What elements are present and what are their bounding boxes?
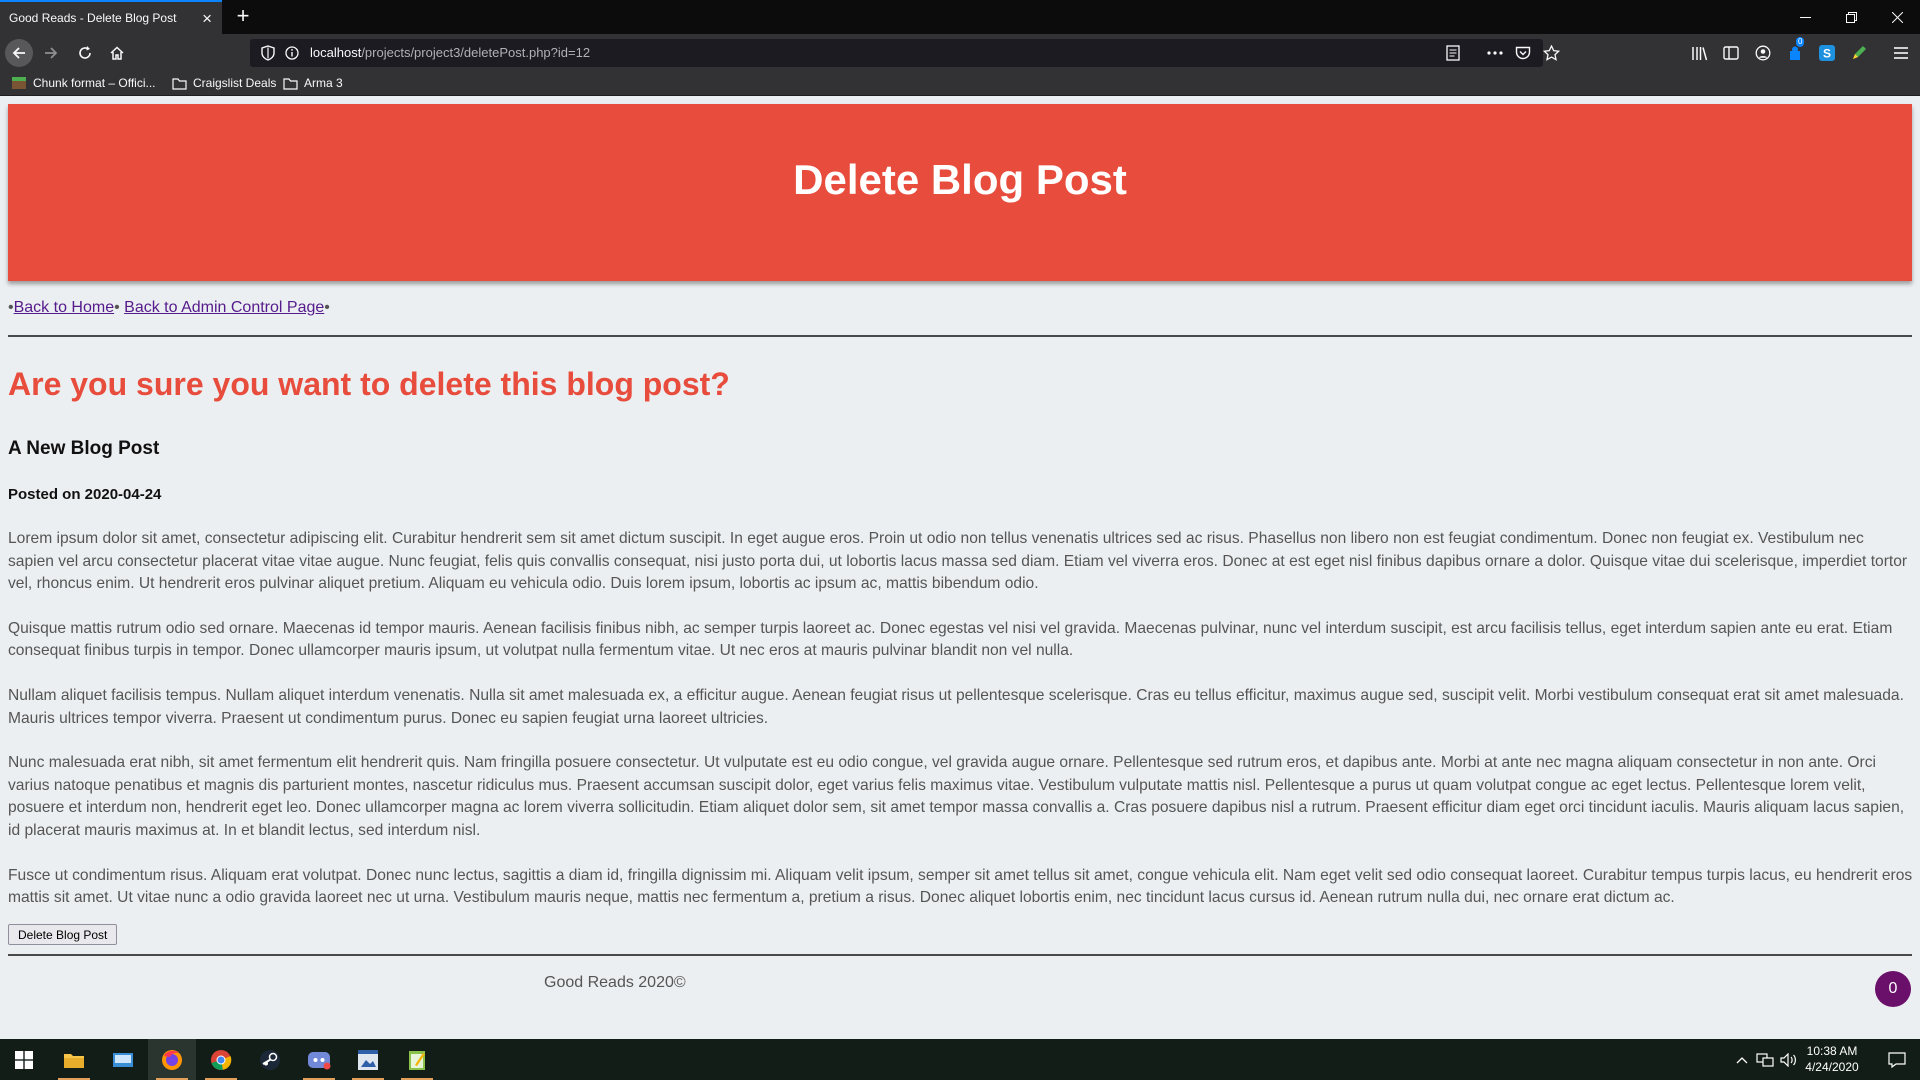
notepad-icon[interactable] <box>393 1039 441 1080</box>
breadcrumb: •Back to Home• Back to Admin Control Pag… <box>8 299 330 317</box>
bookmark-item[interactable]: Chunk format – Offici... <box>11 76 156 90</box>
control-panel-icon[interactable] <box>99 1039 147 1080</box>
delete-confirmation-heading: Are you sure you want to delete this blo… <box>8 366 730 402</box>
reload-icon[interactable] <box>71 39 99 67</box>
url-bar[interactable]: localhost/projects/project3/deletePost.p… <box>250 39 1543 67</box>
minimize-window-icon[interactable] <box>1782 0 1828 34</box>
page-viewport: Delete Blog Post •Back to Home• Back to … <box>0 97 1920 1039</box>
bookmark-folder[interactable]: Arma 3 <box>283 76 343 90</box>
more-actions-icon[interactable] <box>1485 43 1505 63</box>
network-icon[interactable] <box>1754 1039 1776 1080</box>
firefox-icon[interactable] <box>148 1039 196 1080</box>
steam-icon[interactable] <box>246 1039 294 1080</box>
pen-icon[interactable] <box>1849 43 1869 63</box>
browser-tab-bar: Good Reads - Delete Blog Post × + <box>0 0 1920 34</box>
browser-tab-active[interactable]: Good Reads - Delete Blog Post × <box>0 0 222 34</box>
divider <box>8 335 1912 337</box>
url-host: localhost <box>310 45 362 60</box>
show-hidden-icons-icon[interactable] <box>1732 1039 1752 1080</box>
post-paragraph: Quisque mattis rutrum odio sed ornare. M… <box>8 619 1893 660</box>
page-title: Delete Blog Post <box>793 156 1127 203</box>
library-icon[interactable] <box>1689 43 1709 63</box>
browser-nav-bar: localhost/projects/project3/deletePost.p… <box>0 34 1920 72</box>
bookmarks-toolbar: Chunk format – Offici... Craigslist Deal… <box>0 72 1920 96</box>
post-date: Posted on 2020-04-24 <box>8 486 162 503</box>
forward-arrow-icon[interactable] <box>37 39 65 67</box>
link-separator: • <box>114 299 120 316</box>
sidebar-icon[interactable] <box>1721 43 1741 63</box>
windows-taskbar: 10:38 AM 4/24/2020 <box>0 1039 1920 1080</box>
menu-icon[interactable] <box>1891 43 1911 63</box>
close-tab-icon[interactable]: × <box>202 10 212 27</box>
home-icon[interactable] <box>103 39 131 67</box>
link-separator: • <box>324 299 330 316</box>
delete-blog-post-button[interactable]: Delete Blog Post <box>8 924 118 945</box>
discord-icon[interactable] <box>295 1039 343 1080</box>
back-arrow-icon[interactable] <box>5 39 33 67</box>
footer-copyright: Good Reads 2020© <box>544 974 686 991</box>
reader-view-icon[interactable] <box>1446 45 1460 66</box>
url-text[interactable]: localhost/projects/project3/deletePost.p… <box>310 45 590 60</box>
post-paragraph: Fusce ut condimentum risus. Aliquam erat… <box>8 866 1913 907</box>
folder-icon <box>283 77 298 90</box>
clock-date: 4/24/2020 <box>1805 1060 1859 1074</box>
extension-badge: 0 <box>1796 37 1805 47</box>
page-header-banner: Delete Blog Post <box>8 104 1912 281</box>
minecraft-block-icon <box>12 77 26 89</box>
counter-badge[interactable]: 0 <box>1875 971 1911 1007</box>
svg-text:S: S <box>1823 47 1831 61</box>
folder-icon <box>172 77 187 90</box>
close-window-icon[interactable] <box>1874 0 1920 34</box>
pocket-icon[interactable] <box>1513 43 1533 63</box>
clock-time: 10:38 AM <box>1806 1044 1858 1058</box>
post-body: Lorem ipsum dolor sit amet, consectetur … <box>8 528 1914 932</box>
info-icon[interactable] <box>285 46 299 65</box>
bookmark-label: Craigslist Deals <box>193 76 277 90</box>
tab-title: Good Reads - Delete Blog Post <box>9 11 177 25</box>
shield-icon[interactable] <box>261 45 275 66</box>
post-paragraph: Nullam aliquet facilisis tempus. Nullam … <box>8 687 1904 727</box>
url-path: /projects/project3/deletePost.php?id=12 <box>361 45 591 60</box>
back-to-home-link[interactable]: Back to Home <box>14 299 114 316</box>
file-explorer-icon[interactable] <box>50 1039 98 1080</box>
bookmark-label: Chunk format – Offici... <box>33 76 156 90</box>
post-paragraph: Nunc malesuada erat nibh, sit amet ferme… <box>8 754 1905 839</box>
divider <box>8 954 1912 956</box>
post-paragraph: Lorem ipsum dolor sit amet, consectetur … <box>8 530 1908 592</box>
back-to-admin-link[interactable]: Back to Admin Control Page <box>124 299 324 316</box>
post-title: A New Blog Post <box>8 438 160 459</box>
account-icon[interactable] <box>1753 43 1773 63</box>
image-editor-icon[interactable] <box>344 1039 392 1080</box>
restore-window-icon[interactable] <box>1828 0 1874 34</box>
skype-icon[interactable]: S <box>1817 43 1837 63</box>
taskbar-clock[interactable]: 10:38 AM 4/24/2020 <box>1792 1043 1872 1075</box>
notifications-icon[interactable] <box>1874 1039 1920 1080</box>
bookmark-folder[interactable]: Craigslist Deals <box>172 76 276 90</box>
chrome-icon[interactable] <box>197 1039 245 1080</box>
bookmark-label: Arma 3 <box>304 76 343 90</box>
bookmark-star-icon[interactable] <box>1541 43 1561 63</box>
new-tab-icon[interactable]: + <box>230 4 256 30</box>
windows-start-icon[interactable] <box>0 1039 48 1080</box>
extension-icon[interactable]: 0 <box>1785 37 1805 63</box>
